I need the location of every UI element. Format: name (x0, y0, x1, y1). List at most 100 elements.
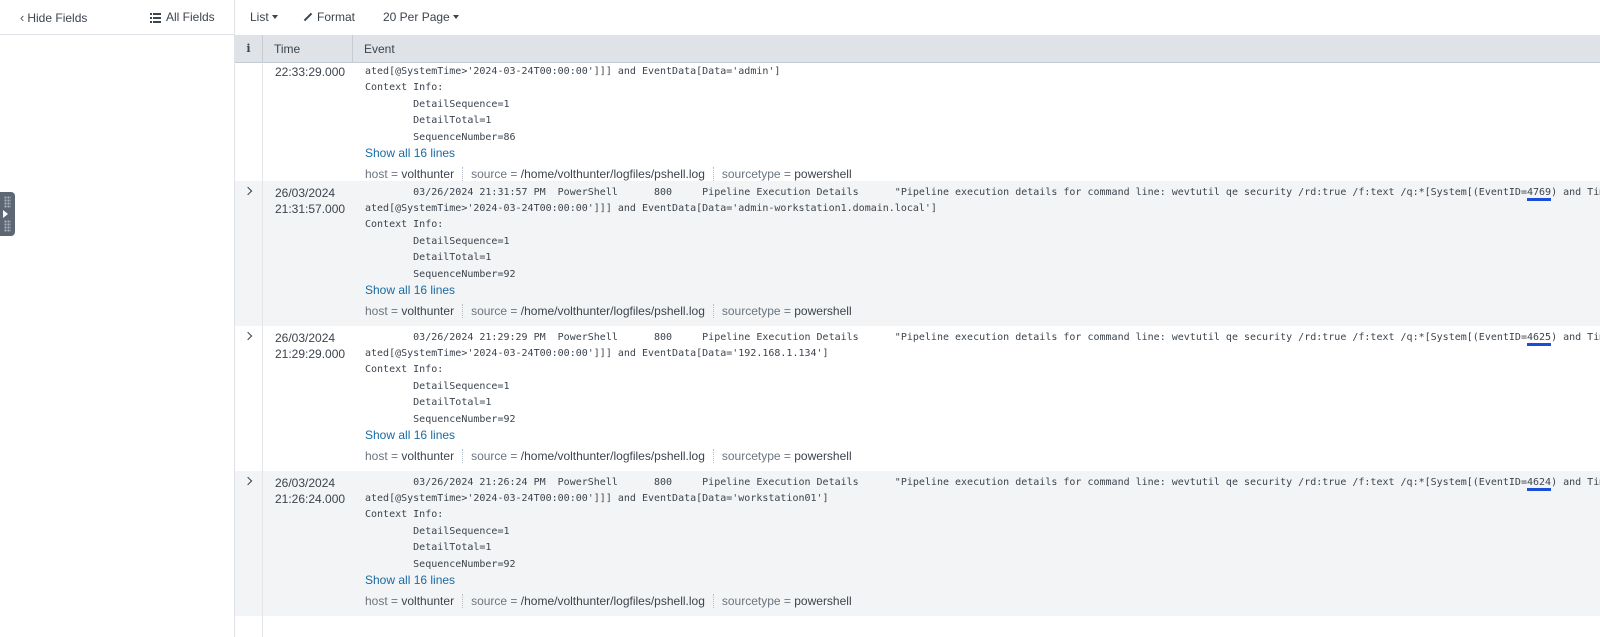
per-page-label: 20 Per Page (383, 10, 450, 24)
divider (462, 594, 464, 608)
expand-cell (235, 616, 263, 637)
fields-sidebar: ‹ Hide Fields All Fields (0, 0, 235, 637)
per-page-dropdown[interactable]: 20 Per Page (383, 10, 459, 24)
expand-cell (235, 326, 263, 471)
event-raw-line: Context Info: (365, 364, 444, 375)
all-fields-button[interactable]: All Fields (150, 10, 215, 24)
event-raw-line: 03/26/2024 21:29:29 PM PowerShell 800 Pi… (365, 330, 1600, 346)
event-clock: 21:26:24.000 (275, 492, 346, 506)
sourcetype-key: sourcetype = (721, 304, 795, 318)
source-value[interactable]: /home/volthunter/logfiles/pshell.log (521, 449, 705, 463)
event-raw-text: ) and TimeCre (1551, 187, 1600, 198)
sourcetype-key: sourcetype = (721, 167, 795, 181)
highlighted-event-id[interactable]: 4624 (1526, 477, 1552, 491)
event-time: 26/03/2024 21:29:29.000 (275, 330, 360, 362)
event-raw-line: DetailTotal=1 (365, 542, 492, 553)
host-value[interactable]: volthunter (401, 594, 454, 608)
event-row (235, 616, 1600, 637)
source-key: source = (471, 167, 521, 181)
host-value[interactable]: volthunter (401, 167, 454, 181)
host-value[interactable]: volthunter (401, 449, 454, 463)
expand-chevron-icon[interactable] (243, 476, 255, 488)
events-table-header: i Time Event (235, 35, 1600, 63)
host-key: host = (365, 304, 402, 318)
event-date: 26/03/2024 (275, 476, 336, 490)
event-raw-line: SequenceNumber=86 (365, 132, 516, 143)
expand-cell (235, 181, 263, 326)
hide-fields-label: Hide Fields (27, 11, 88, 25)
info-column-header[interactable]: i (235, 35, 263, 63)
event-raw-text: 03/26/2024 21:29:29 PM PowerShell 800 Pi… (365, 332, 1527, 343)
event-row: 26/03/2024 21:26:24.000 03/26/2024 21:26… (235, 471, 1600, 616)
host-key: host = (365, 449, 402, 463)
sourcetype-value[interactable]: powershell (794, 304, 851, 318)
highlighted-event-id[interactable]: 4625 (1526, 332, 1552, 346)
event-time: 22:33:29.000 (275, 64, 360, 80)
expand-chevron-icon[interactable] (243, 331, 255, 343)
event-clock: 22:33:29.000 (275, 65, 346, 79)
time-column-header[interactable]: Time (263, 35, 353, 63)
expand-chevron-icon[interactable] (243, 186, 255, 198)
divider (712, 304, 714, 318)
divider (712, 449, 714, 463)
event-raw-line: ated[@SystemTime>'2024-03-24T00:00:00']]… (365, 66, 781, 77)
event-raw-line: DetailTotal=1 (365, 252, 492, 263)
event-raw-text: ) and TimeCre (1551, 477, 1600, 488)
event-metadata: host = volthunter source = /home/volthunt… (365, 594, 852, 608)
hide-fields-button[interactable]: ‹ Hide Fields (20, 10, 87, 25)
caret-down-icon (452, 15, 459, 19)
source-value[interactable]: /home/volthunter/logfiles/pshell.log (521, 594, 705, 608)
highlighted-event-id[interactable]: 4769 (1526, 187, 1552, 201)
event-date: 26/03/2024 (275, 331, 336, 345)
divider (462, 167, 464, 181)
source-key: source = (471, 304, 521, 318)
event-metadata: host = volthunter source = /home/volthunt… (365, 167, 852, 181)
event-raw-line: Context Info: (365, 82, 444, 93)
show-all-lines-link[interactable]: Show all 16 lines (365, 573, 455, 587)
expand-arrow-icon (3, 210, 8, 218)
event-raw-line: DetailSequence=1 (365, 526, 510, 537)
event-time: 26/03/2024 21:31:57.000 (275, 185, 360, 217)
show-all-lines-link[interactable]: Show all 16 lines (365, 283, 455, 297)
sourcetype-value[interactable]: powershell (794, 449, 851, 463)
event-raw-line: Context Info: (365, 219, 444, 230)
event-raw-line: SequenceNumber=92 (365, 559, 516, 570)
divider (712, 594, 714, 608)
event-raw-text: 03/26/2024 21:31:57 PM PowerShell 800 Pi… (365, 187, 1527, 198)
sourcetype-value[interactable]: powershell (794, 594, 851, 608)
grip-dots-icon (4, 196, 11, 208)
event-raw-line: DetailTotal=1 (365, 397, 492, 408)
event-raw-line: SequenceNumber=92 (365, 414, 516, 425)
event-row: 22:33:29.000 ated[@SystemTime>'2024-03-2… (235, 64, 1600, 181)
format-button[interactable]: Format (303, 10, 355, 24)
source-value[interactable]: /home/volthunter/logfiles/pshell.log (521, 167, 705, 181)
event-raw-line: SequenceNumber=92 (365, 269, 516, 280)
event-raw-line: 03/26/2024 21:26:24 PM PowerShell 800 Pi… (365, 475, 1600, 491)
event-raw-line: ated[@SystemTime>'2024-03-24T00:00:00']]… (365, 203, 937, 214)
source-key: source = (471, 449, 521, 463)
event-metadata: host = volthunter source = /home/volthunt… (365, 449, 852, 463)
host-value[interactable]: volthunter (401, 304, 454, 318)
event-raw-line: DetailTotal=1 (365, 115, 492, 126)
show-all-lines-link[interactable]: Show all 16 lines (365, 146, 455, 160)
event-raw-text: 03/26/2024 21:26:24 PM PowerShell 800 Pi… (365, 477, 1527, 488)
source-value[interactable]: /home/volthunter/logfiles/pshell.log (521, 304, 705, 318)
caret-down-icon (271, 15, 278, 19)
event-raw-line: DetailSequence=1 (365, 99, 510, 110)
expand-cell (235, 64, 263, 181)
sidebar-resize-handle[interactable] (0, 192, 15, 236)
sourcetype-value[interactable]: powershell (794, 167, 851, 181)
event-metadata: host = volthunter source = /home/volthunt… (365, 304, 852, 318)
show-all-lines-link[interactable]: Show all 16 lines (365, 428, 455, 442)
divider (712, 167, 714, 181)
event-clock: 21:31:57.000 (275, 202, 346, 216)
event-raw-line: Context Info: (365, 509, 444, 520)
host-key: host = (365, 167, 402, 181)
chevron-left-icon: ‹ (20, 10, 25, 25)
sourcetype-key: sourcetype = (721, 594, 795, 608)
event-column-header[interactable]: Event (354, 35, 395, 63)
list-view-dropdown[interactable]: List (250, 10, 278, 24)
sourcetype-key: sourcetype = (721, 449, 795, 463)
expand-cell (235, 471, 263, 616)
all-fields-label: All Fields (166, 10, 215, 24)
